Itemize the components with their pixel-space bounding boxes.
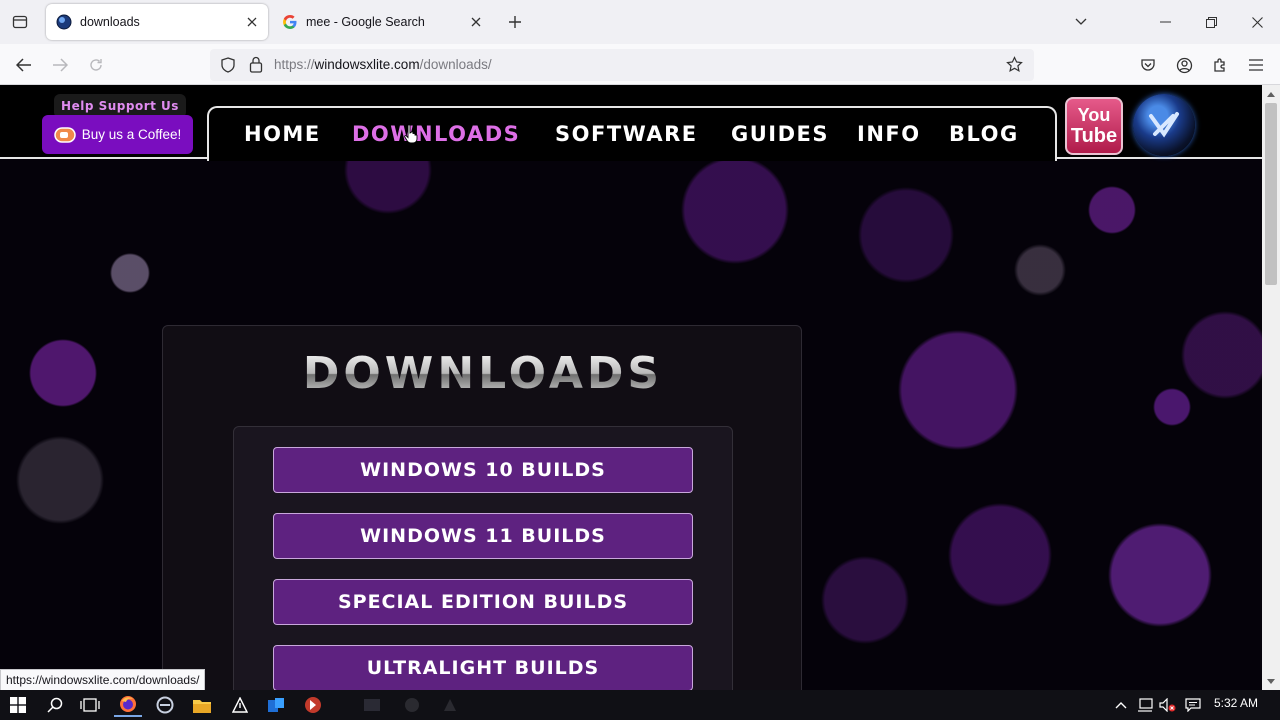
menu-info[interactable]: INFO [857, 122, 921, 146]
address-bar[interactable]: https://windowsxlite.com/downloads/ [210, 49, 1034, 81]
main-menu: HOME DOWNLOADS SOFTWARE GUIDES INFO BLOG [207, 106, 1057, 161]
google-favicon-icon [283, 15, 297, 29]
special-edition-builds-button[interactable]: SPECIAL EDITION BUILDS [273, 579, 693, 625]
close-tab-icon[interactable] [466, 12, 486, 32]
task-view-icon[interactable] [76, 693, 104, 717]
tab-title: downloads [80, 15, 140, 29]
youtube-logo-link[interactable]: You Tube [1065, 97, 1123, 155]
menu-downloads[interactable]: DOWNLOADS [352, 122, 520, 146]
scroll-up-icon[interactable] [1266, 89, 1276, 99]
windows-10-builds-button[interactable]: WINDOWS 10 BUILDS [273, 447, 693, 493]
site-header: Help Support Us Buy us a Coffee! HOME DO… [0, 85, 1262, 161]
windows-11-builds-button[interactable]: WINDOWS 11 BUILDS [273, 513, 693, 559]
menu-guides[interactable]: GUIDES [731, 122, 829, 146]
buy-coffee-label: Buy us a Coffee! [81, 127, 182, 142]
firefox-taskbar-icon[interactable] [114, 693, 142, 717]
browser-nav-bar: https://windowsxlite.com/downloads/ [0, 44, 1280, 85]
account-icon[interactable] [1171, 52, 1197, 78]
volume-muted-icon[interactable] [1159, 696, 1177, 714]
notifications-icon[interactable] [1184, 696, 1202, 714]
forward-icon[interactable] [47, 52, 73, 78]
page-scrollbar[interactable] [1262, 85, 1280, 690]
youtube-logo-text: You [1077, 105, 1111, 125]
restore-icon[interactable] [1188, 0, 1234, 44]
network-icon[interactable] [1136, 696, 1154, 714]
search-icon[interactable] [41, 693, 69, 717]
url-text[interactable]: https://windowsxlite.com/downloads/ [274, 57, 492, 72]
tab-list-icon[interactable] [8, 10, 32, 34]
start-windows-icon[interactable] [4, 693, 32, 717]
app-taskbar-icon[interactable] [262, 693, 290, 717]
link-status-url: https://windowsxlite.com/downloads/ [0, 669, 206, 691]
xlite-logo-icon[interactable] [1133, 94, 1195, 156]
menu-home[interactable]: HOME [244, 122, 321, 146]
coffee-cup-icon [53, 126, 76, 143]
close-tab-icon[interactable] [242, 12, 262, 32]
windows-taskbar: 5:32 AM [0, 690, 1280, 720]
browser-tab-bar: downloads mee - Google Search [0, 0, 1280, 44]
downloads-heading: DOWNLOADS [163, 348, 803, 399]
app-taskbar-icon[interactable] [299, 693, 327, 717]
globe-favicon-icon [56, 14, 72, 30]
taskbar-clock[interactable]: 5:32 AM [1214, 696, 1258, 710]
tab-title: mee - Google Search [306, 15, 425, 29]
minimize-icon[interactable] [1142, 0, 1188, 44]
lock-icon[interactable] [249, 56, 263, 77]
show-hidden-icons-icon[interactable] [1112, 696, 1130, 714]
list-all-tabs-icon[interactable] [1058, 0, 1104, 44]
hand-cursor-icon [404, 124, 418, 144]
app-taskbar-icon[interactable] [398, 693, 426, 717]
app-taskbar-icon[interactable] [226, 693, 254, 717]
app-menu-icon[interactable] [1243, 52, 1269, 78]
extensions-icon[interactable] [1207, 52, 1233, 78]
close-window-icon[interactable] [1234, 0, 1280, 44]
back-icon[interactable] [11, 52, 37, 78]
reload-icon[interactable] [83, 52, 109, 78]
app-taskbar-icon[interactable] [436, 693, 464, 717]
app-taskbar-icon[interactable] [151, 693, 179, 717]
youtube-logo-text: Tube [1070, 125, 1118, 147]
tab-google-search[interactable]: mee - Google Search [272, 4, 492, 40]
app-taskbar-icon[interactable] [358, 693, 386, 717]
bookmark-star-icon[interactable] [1006, 56, 1023, 77]
ultralight-builds-button[interactable]: ULTRALIGHT BUILDS [273, 645, 693, 690]
buy-coffee-button[interactable]: Buy us a Coffee! [42, 115, 193, 154]
menu-blog[interactable]: BLOG [949, 122, 1019, 146]
menu-software[interactable]: SOFTWARE [555, 122, 698, 146]
build-list: WINDOWS 10 BUILDS WINDOWS 11 BUILDS SPEC… [233, 426, 733, 690]
scroll-down-icon[interactable] [1266, 676, 1276, 686]
downloads-panel: DOWNLOADS WINDOWS 10 BUILDS WINDOWS 11 B… [162, 325, 802, 690]
pocket-icon[interactable] [1135, 52, 1161, 78]
web-page: Help Support Us Buy us a Coffee! HOME DO… [0, 85, 1262, 690]
tracking-shield-icon[interactable] [220, 57, 236, 77]
tab-downloads[interactable]: downloads [46, 4, 268, 40]
new-tab-icon[interactable] [503, 10, 527, 34]
file-explorer-icon[interactable] [188, 693, 216, 717]
scroll-thumb[interactable] [1265, 103, 1277, 285]
